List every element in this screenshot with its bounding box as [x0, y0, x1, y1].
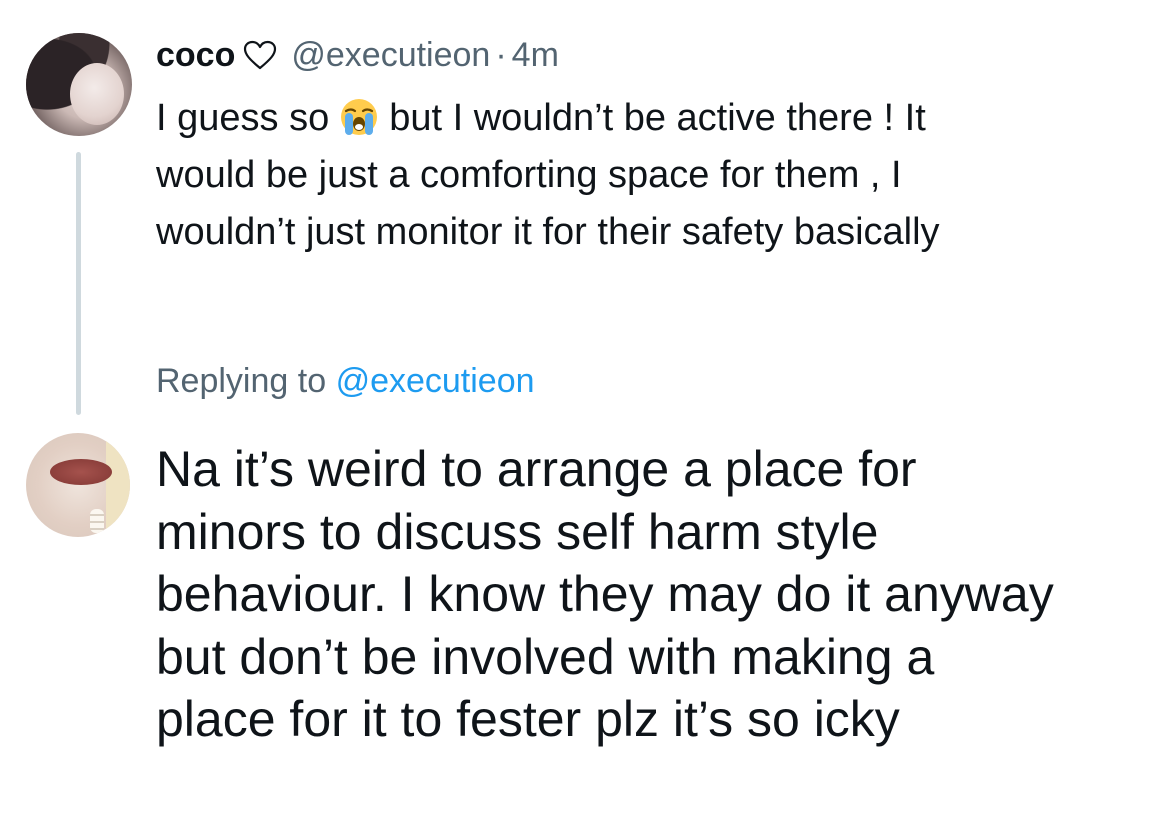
- heart-outline-icon: [243, 40, 277, 70]
- tweet-text-line: I guess so but I wouldn’t be active ther…: [156, 90, 1146, 147]
- replying-prefix: Replying to: [156, 362, 327, 400]
- tweet-text-line: behaviour. I know they may do it anyway: [156, 566, 1054, 622]
- tweet-text-line: place for it to fester plz it’s so icky: [156, 691, 900, 747]
- display-name[interactable]: coco: [156, 36, 235, 75]
- replying-to-label: Replying to @executieon: [156, 362, 535, 401]
- parent-tweet[interactable]: coco @executieon · 4m I guess so but I w…: [0, 0, 1169, 420]
- reply-tweet-text: Na it’s weird to arrange a place for min…: [156, 438, 1156, 751]
- thread-connector-line: [76, 152, 81, 415]
- parent-tweet-text: I guess so but I wouldn’t be active ther…: [156, 90, 1146, 261]
- tweet-text-segment: but I wouldn’t be active there ! It: [389, 97, 926, 139]
- tweet-text-line: minors to discuss self harm style: [156, 503, 879, 560]
- replying-mention-link[interactable]: @executieon: [336, 362, 535, 400]
- avatar-face: [70, 63, 124, 125]
- avatar-lips: [50, 459, 112, 485]
- tweet-header: coco @executieon · 4m: [156, 30, 559, 80]
- tweet-text-line: would be just a comforting space for the…: [156, 154, 902, 196]
- tweet-timestamp[interactable]: 4m: [512, 36, 559, 75]
- separator-dot: ·: [495, 35, 507, 74]
- loudly-crying-face-icon: [339, 97, 379, 137]
- avatar-necklace: [90, 509, 104, 533]
- avatar-coco[interactable]: [26, 33, 132, 136]
- tweet-text-line: but don’t be involved with making a: [156, 628, 935, 685]
- tweet-text-line: wouldn’t just monitor it for their safet…: [156, 211, 940, 253]
- user-handle[interactable]: @executieon: [291, 36, 490, 75]
- avatar-reply-user[interactable]: [26, 433, 130, 537]
- avatar-hair: [106, 433, 130, 537]
- tweet-text-segment: I guess so: [156, 97, 330, 139]
- tweet-text-line: Na it’s weird to arrange a place for: [156, 441, 917, 497]
